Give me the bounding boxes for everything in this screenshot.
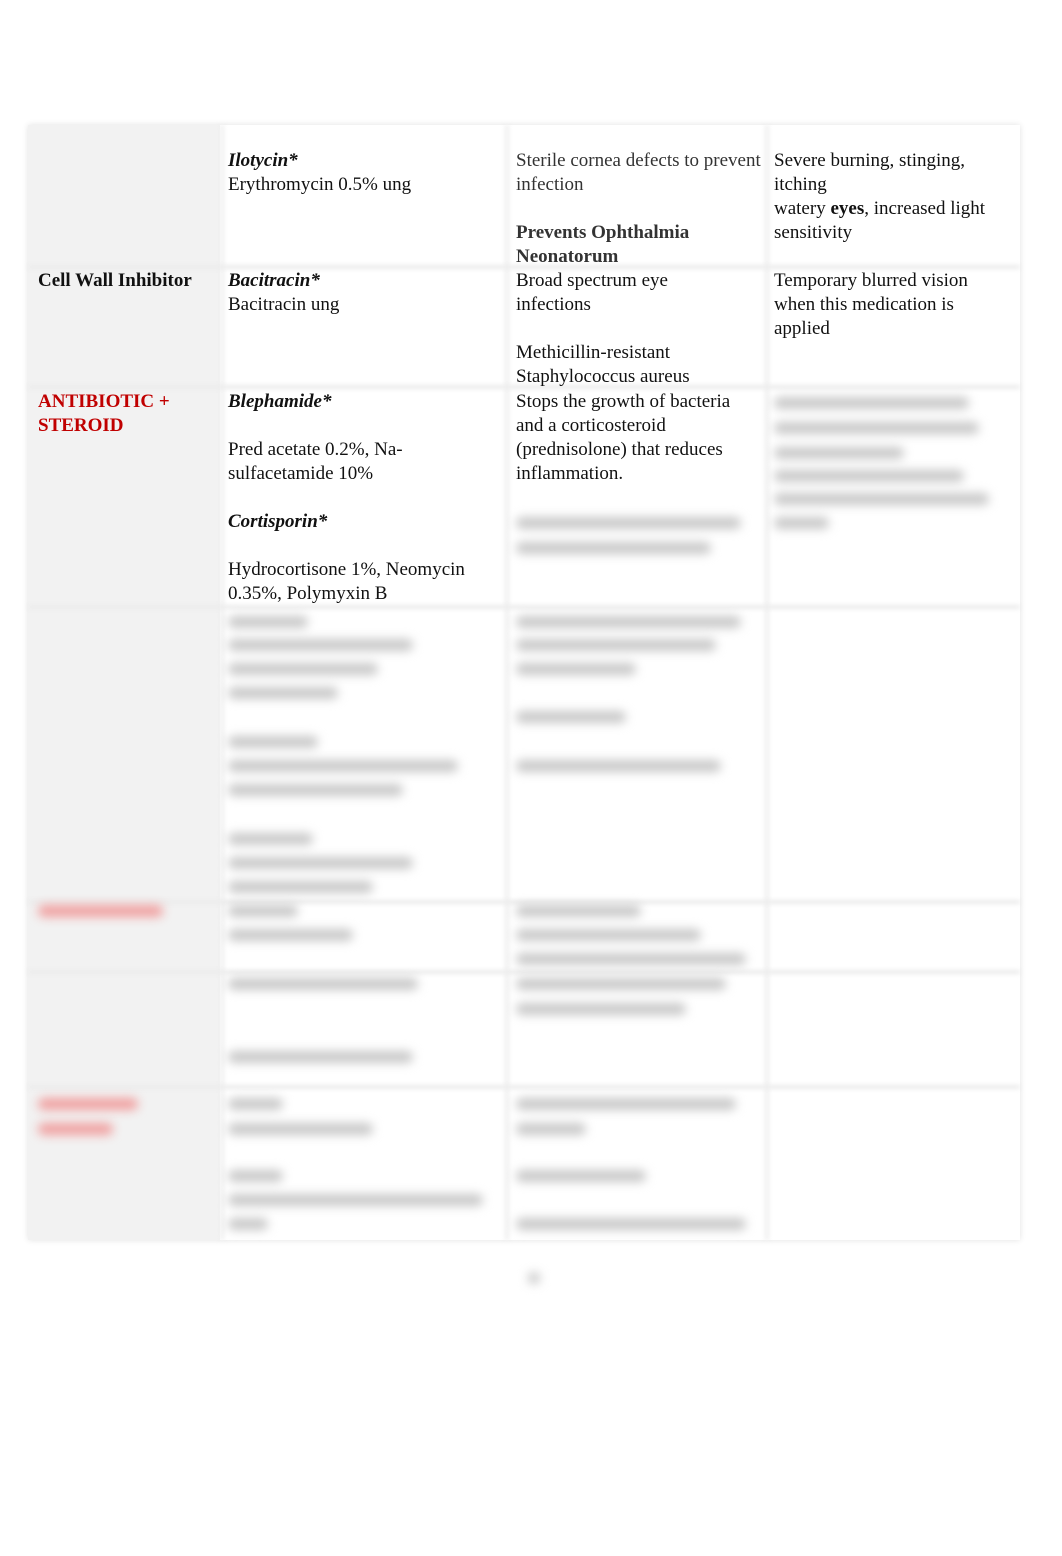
- divider: [505, 125, 509, 1240]
- divider: [28, 900, 1020, 904]
- drug-name: Ilotycin*: [228, 150, 298, 171]
- drug-detail: Hydrocortisone 1%, Neomycin 0.35%, Polym…: [228, 559, 465, 604]
- drug-detail: Bacitracin ung: [228, 294, 340, 315]
- drug-cell: Blephamide* Pred acetate 0.2%, Na-sulfac…: [228, 390, 498, 606]
- category-label: Cell Wall Inhibitor: [38, 270, 192, 291]
- drug-name: Bacitracin*: [228, 270, 320, 291]
- divider: [28, 1085, 1020, 1089]
- use-text: Methicillin-resistant Staphylococcus aur…: [516, 342, 690, 387]
- use-cell: Sterile cornea defects to prevent infect…: [516, 149, 761, 269]
- use-cell: Broad spectrum eye infections Methicilli…: [516, 269, 731, 389]
- use-cell: Stops the growth of bacteria and a corti…: [516, 391, 731, 484]
- use-text: Sterile cornea defects to prevent infect…: [516, 150, 761, 195]
- drug-name: Cortisporin*: [228, 511, 328, 532]
- side-effect-text: Severe burning, stinging, itching: [774, 150, 966, 195]
- drug-name: Blephamide*: [228, 391, 332, 412]
- drug-cell: Bacitracin* Bacitracin ung: [228, 269, 498, 317]
- side-effect-emphasis: eyes: [830, 198, 865, 219]
- use-text: Broad spectrum eye infections: [516, 270, 668, 315]
- divider: [28, 605, 1020, 609]
- page-number-blurred: [528, 1272, 540, 1284]
- drug-detail: Pred acetate 0.2%, Na-sulfacetamide 10%: [228, 439, 403, 484]
- divider: [765, 125, 769, 1240]
- use-text: Prevents Ophthalmia Neonatorum: [516, 222, 690, 267]
- divider: [220, 125, 224, 1240]
- drug-cell: Ilotycin* Erythromycin 0.5% ung: [228, 149, 498, 197]
- drug-table: Ilotycin* Erythromycin 0.5% ung Sterile …: [28, 125, 1020, 1240]
- category-label: ANTIBIOTIC + STEROID: [38, 391, 170, 436]
- divider: [28, 970, 1020, 974]
- side-effect-cell: Severe burning, stinging, itching watery…: [774, 149, 1014, 245]
- side-effect-text: watery: [774, 198, 831, 219]
- drug-detail: Erythromycin 0.5% ung: [228, 174, 412, 195]
- side-effect-cell: Temporary blurred vision when this medic…: [774, 270, 968, 339]
